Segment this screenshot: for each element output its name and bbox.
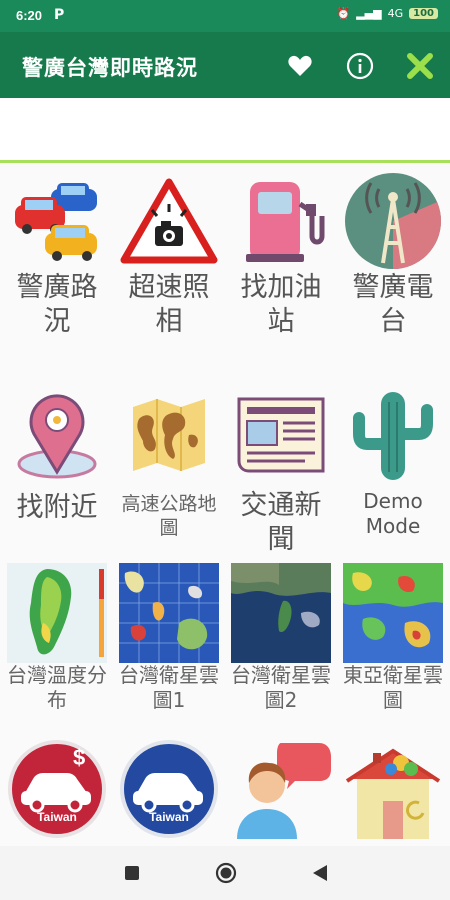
grid-item-traffic[interactable]: 警廣路況 [1,171,113,339]
temperature-map-thumbnail [7,563,107,663]
app-title: 警廣台灣即時路況 [22,56,198,80]
newspaper-icon [231,385,331,485]
heart-icon [288,55,312,76]
grid-item-label: 台灣溫度分布 [7,663,107,712]
speed-camera-icon [119,171,219,271]
info-icon [346,52,374,80]
grid-item-satellite-2[interactable]: 台灣衛星雲圖2 [225,563,337,713]
app-bar: 警廣台灣即時路況 [0,32,450,98]
house-balloons-icon [343,739,443,839]
battery-icon: 100 [409,8,438,19]
status-bar: 6:20 P ⏰ ▂▄▆ 4G 100 [0,0,450,32]
grid-item-label: 高速公路地圖 [121,493,217,539]
cactus-icon [343,385,443,485]
taiwan-label: Taiwan [149,810,189,824]
grid-item-label: 超速照相 [128,272,210,337]
radio-tower-icon [343,171,443,271]
grid-item-satellite-1[interactable]: 台灣衛星雲圖1 [113,563,225,713]
grid-item-east-asia-satellite[interactable]: 東亞衛星雲圖 [337,563,449,713]
grid-item-radio[interactable]: 警廣電台 [337,171,449,339]
alarm-icon: ⏰ [336,7,351,20]
grid-item-demo-mode[interactable]: Demo Mode [337,385,449,539]
grid-item-highway-map[interactable]: 高速公路地圖 [113,385,225,541]
grid-item-label: 台灣衛星雲圖2 [231,663,331,712]
grid-item-label: Demo Mode [363,489,423,538]
satellite-image-1 [119,563,219,663]
grid-item-label: 台灣衛星雲圖1 [119,663,219,712]
grid-item-label: 交通新聞 [240,490,322,555]
close-icon [407,53,433,79]
grid-item-label: 找加油站 [240,272,322,337]
grid-item-feedback[interactable] [225,739,337,839]
grid-item-taiwan-red[interactable]: $ Taiwan [1,739,113,839]
favorite-button[interactable] [282,48,318,84]
grid-item-nearby[interactable]: 找附近 [1,385,113,525]
car-fee-red-icon: $ Taiwan [7,739,107,839]
triangle-back-icon [313,865,327,881]
close-button[interactable] [402,48,438,84]
recents-button[interactable] [118,859,146,887]
banner-area [0,98,450,160]
feature-grid: 警廣路況 超速照相 找加油站 警廣電台 找附近 高速公路地圖 交通新聞 Demo… [0,163,450,846]
grid-item-label: 找附近 [16,492,98,523]
info-button[interactable] [342,48,378,84]
location-pin-icon [7,385,107,485]
parking-notification-icon: P [54,7,65,23]
satellite-image-2 [231,563,331,663]
square-icon [125,866,139,880]
status-icons: ⏰ ▂▄▆ 4G 100 [336,7,438,20]
grid-item-label: 警廣電台 [352,272,434,337]
person-speech-icon [231,739,331,839]
cars-icon [7,171,107,271]
world-map-icon [119,385,219,485]
grid-item-traffic-news[interactable]: 交通新聞 [225,385,337,557]
gas-pump-icon [231,171,331,271]
grid-item-speed-camera[interactable]: 超速照相 [113,171,225,339]
east-asia-satellite-image [343,563,443,663]
circle-icon [215,862,237,884]
grid-item-home[interactable] [337,739,449,839]
system-nav-bar [0,846,450,900]
network-type: 4G [387,7,404,20]
grid-item-gas-station[interactable]: 找加油站 [225,171,337,339]
grid-item-temperature[interactable]: 台灣溫度分布 [1,563,113,713]
grid-item-taiwan-blue[interactable]: Taiwan [113,739,225,839]
taiwan-label: Taiwan [37,810,77,824]
status-time: 6:20 [16,8,43,23]
car-blue-icon: Taiwan [119,739,219,839]
grid-item-label: 東亞衛星雲圖 [343,663,443,712]
back-button[interactable] [306,859,334,887]
home-button[interactable] [212,859,240,887]
signal-icon: ▂▄▆ [356,7,382,20]
svg-text:$: $ [73,745,85,770]
grid-item-label: 警廣路況 [16,272,98,337]
